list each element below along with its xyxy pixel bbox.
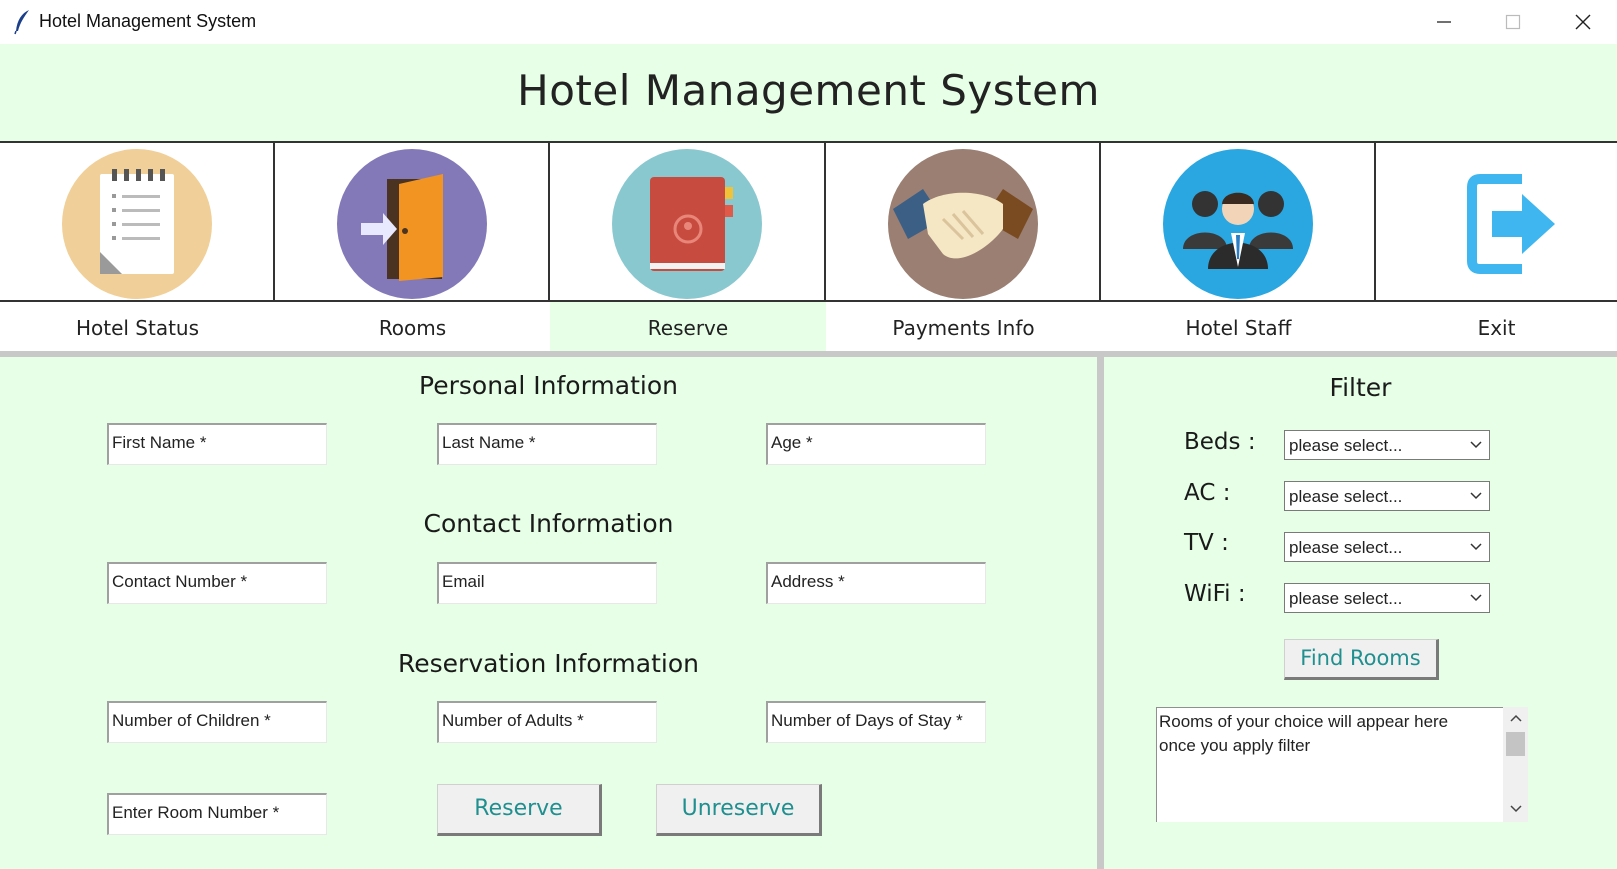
contact-info-heading: Contact Information [423, 509, 674, 538]
number-of-adults-field[interactable]: Number of Adults * [437, 701, 657, 743]
chevron-down-icon [1470, 492, 1482, 500]
maximize-button[interactable] [1479, 0, 1547, 44]
nav-icon-cell[interactable] [1101, 143, 1376, 302]
chevron-down-icon [1470, 543, 1482, 551]
app-header: Hotel Management System [0, 44, 1617, 143]
main-nav: Hotel Status Rooms Reserve Payments Info… [0, 143, 1617, 353]
nav-label: Exit [1477, 316, 1516, 340]
notepad-icon [61, 149, 212, 299]
reservation-info-heading: Reservation Information [398, 649, 699, 678]
contact-number-field[interactable]: Contact Number * [107, 562, 327, 604]
rooms-results-textarea[interactable]: Rooms of your choice will appear here on… [1156, 707, 1503, 822]
nav-icon-cell[interactable] [826, 143, 1101, 302]
maximize-icon [1505, 14, 1521, 30]
room-number-field[interactable]: Enter Room Number * [107, 793, 327, 835]
window-titlebar: Hotel Management System [0, 0, 1617, 44]
nav-label: Payments Info [892, 316, 1035, 340]
nav-icon-cell[interactable] [0, 143, 275, 302]
wifi-select-value: please select... [1289, 589, 1403, 608]
scrollbar-thumb[interactable] [1506, 732, 1525, 756]
results-scrollbar[interactable] [1503, 707, 1528, 822]
nav-label: Reserve [550, 302, 826, 353]
staff-icon [1162, 149, 1313, 299]
minimize-button[interactable] [1410, 0, 1478, 44]
ac-select-value: please select... [1289, 487, 1403, 506]
age-field[interactable]: Age * [766, 423, 986, 465]
filter-heading: Filter [1329, 373, 1392, 402]
find-rooms-button[interactable]: Find Rooms [1284, 639, 1439, 680]
nav-item-hotel-staff[interactable]: Hotel Staff [1101, 143, 1376, 353]
nav-icon-cell[interactable] [1376, 143, 1617, 302]
beds-select-value: please select... [1289, 436, 1403, 455]
minimize-icon [1437, 21, 1451, 23]
unreserve-button[interactable]: Unreserve [656, 784, 822, 836]
days-of-stay-field[interactable]: Number of Days of Stay * [766, 701, 986, 743]
nav-icon-cell[interactable] [550, 143, 826, 302]
close-icon [1575, 14, 1591, 30]
results-placeholder-line: Rooms of your choice will appear here [1159, 712, 1449, 731]
beds-label: Beds : [1184, 429, 1256, 455]
wifi-select[interactable]: please select... [1284, 583, 1490, 613]
feather-icon [14, 10, 29, 35]
close-button[interactable] [1549, 0, 1617, 44]
personal-info-heading: Personal Information [419, 371, 678, 400]
nav-item-payments-info[interactable]: Payments Info [826, 143, 1101, 353]
chevron-down-icon[interactable] [1510, 804, 1522, 814]
beds-select[interactable]: please select... [1284, 430, 1490, 460]
number-of-children-field[interactable]: Number of Children * [107, 701, 327, 743]
results-placeholder-line: once you apply filter [1159, 736, 1311, 755]
reserve-button[interactable]: Reserve [437, 784, 602, 836]
window-title: Hotel Management System [39, 11, 257, 31]
vertical-divider [1097, 357, 1104, 869]
wifi-label: WiFi : [1184, 581, 1246, 607]
email-field[interactable]: Email [437, 562, 657, 604]
nav-icon-cell[interactable] [275, 143, 550, 302]
chevron-down-icon [1470, 594, 1482, 602]
tv-select-value: please select... [1289, 538, 1403, 557]
door-icon [336, 149, 487, 299]
chevron-down-icon [1470, 441, 1482, 449]
nav-label: Rooms [378, 316, 447, 340]
nav-label: Hotel Status [75, 316, 200, 340]
nav-item-exit[interactable]: Exit [1376, 143, 1617, 353]
first-name-field[interactable]: First Name * [107, 423, 327, 465]
ac-select[interactable]: please select... [1284, 481, 1490, 511]
address-field[interactable]: Address * [766, 562, 986, 604]
address-book-icon [612, 149, 762, 299]
chevron-up-icon[interactable] [1510, 713, 1522, 723]
filter-panel: Filter Beds : please select... AC : plea… [1104, 357, 1617, 869]
reservation-form-panel: Personal Information First Name * Last N… [0, 357, 1097, 869]
nav-label: Hotel Staff [1185, 316, 1292, 340]
last-name-field[interactable]: Last Name * [437, 423, 657, 465]
page-title: Hotel Management System [517, 66, 1100, 115]
nav-item-reserve[interactable]: Reserve [550, 143, 826, 353]
tv-select[interactable]: please select... [1284, 532, 1490, 562]
ac-label: AC : [1184, 480, 1231, 506]
nav-item-hotel-status[interactable]: Hotel Status [0, 143, 275, 353]
handshake-icon [887, 149, 1038, 299]
tv-label: TV : [1184, 530, 1229, 556]
nav-item-rooms[interactable]: Rooms [275, 143, 550, 353]
exit-icon [1466, 174, 1555, 274]
